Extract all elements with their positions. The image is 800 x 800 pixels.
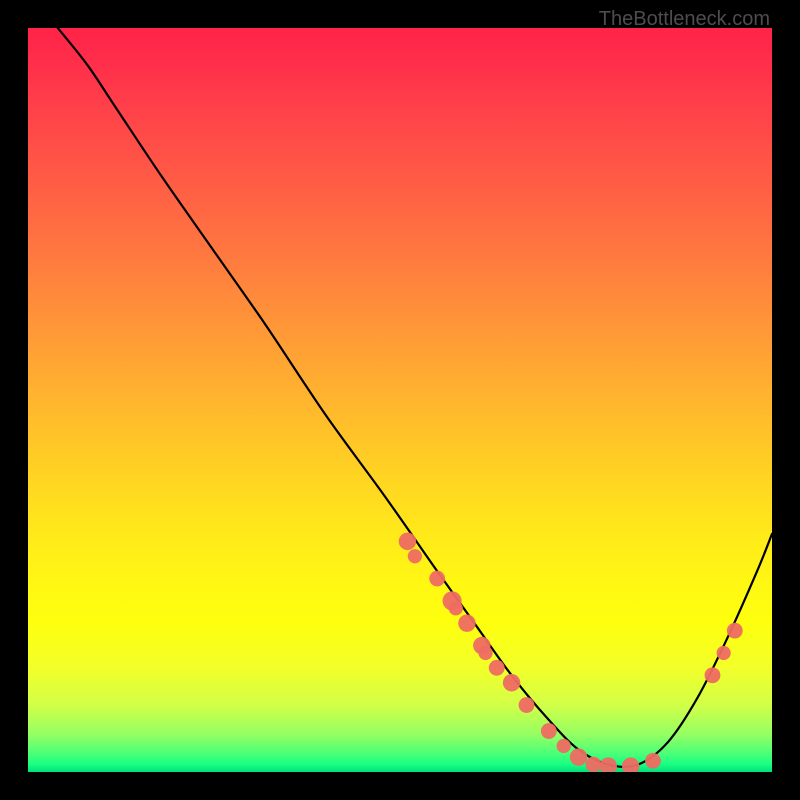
bottleneck-curve: [58, 28, 772, 767]
data-marker: [645, 753, 661, 769]
data-marker: [399, 533, 416, 550]
data-marker: [408, 549, 422, 563]
watermark-text: TheBottleneck.com: [599, 8, 770, 31]
data-marker: [449, 601, 463, 615]
curve-svg: [28, 28, 772, 772]
data-marker: [622, 757, 639, 772]
data-marker: [570, 748, 587, 765]
data-marker: [541, 723, 557, 739]
plot-area: [28, 28, 772, 772]
data-marker: [519, 697, 535, 713]
data-marker: [586, 757, 602, 772]
data-marker: [705, 667, 721, 683]
data-markers: [399, 533, 743, 772]
data-marker: [717, 646, 731, 660]
chart-stage: TheBottleneck.com: [0, 0, 800, 800]
data-marker: [503, 674, 520, 691]
data-marker: [489, 660, 505, 676]
data-marker: [557, 739, 571, 753]
data-marker: [458, 614, 475, 631]
data-marker: [600, 757, 617, 772]
data-marker: [478, 646, 492, 660]
data-marker: [727, 623, 743, 639]
data-marker: [429, 571, 445, 587]
